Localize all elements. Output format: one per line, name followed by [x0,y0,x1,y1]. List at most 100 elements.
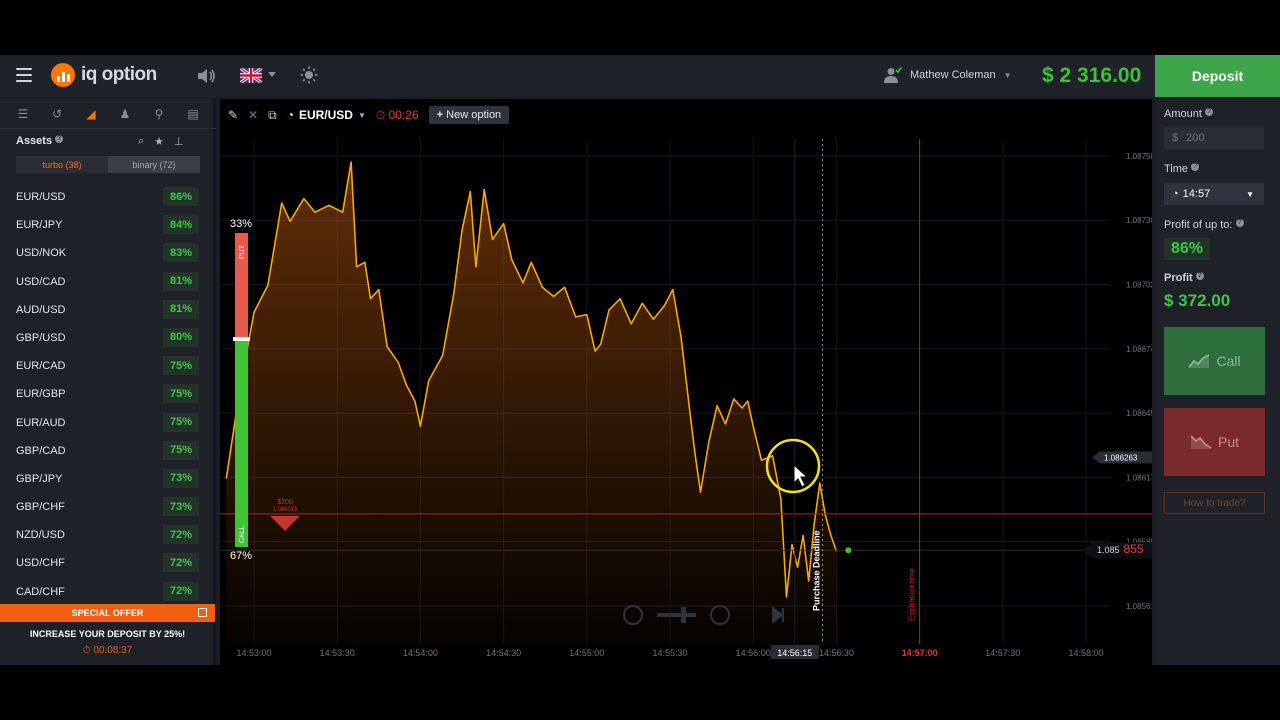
tab-turbo[interactable]: turbo (38) [16,156,108,173]
asset-row[interactable]: EUR/JPY 84% [0,211,213,239]
countdown-timer: ⏱ 00:26 [376,108,419,123]
user-icon [884,67,902,83]
asset-selector[interactable]: ◔ EUR/USD ▼ [287,108,366,122]
asset-row[interactable]: USD/CHF 72% [0,549,213,577]
asset-name: GBP/JPY [16,472,63,485]
chart-toolbar: ✎ ✕ ⧉ ◔ EUR/USD ▼ ⏱ 00:26 + New option [228,104,510,126]
community-icon[interactable]: ♟ [117,107,133,121]
search-icon[interactable]: ⌕ [138,135,144,148]
asset-row[interactable]: AUD/USD 81% [0,296,213,324]
stopwatch-icon: ⏱ [82,645,91,656]
tab-binary[interactable]: binary (72) [108,156,200,173]
put-label: Put [1217,434,1239,450]
asset-percent: 73% [163,497,199,517]
clock-icon: ◔ [286,108,294,122]
trade-panel: Amount ? $ 200 Time ? ◔ 14:57 ▼ Profit o… [1155,99,1280,665]
assets-panel: ☰ ↺ ◢ ♟ ⚲ ▤ Assets ? ⌕ ★ ⊥ turbo (38) bi… [0,99,216,665]
chart-area[interactable]: 1.087587 1.087305 1.087022 1.086740 1.086457… [220,99,1152,665]
calendar-icon[interactable]: ▤ [185,107,201,121]
asset-row[interactable]: CAD/CHF 72% [0,578,213,606]
help-icon[interactable]: ? [1235,219,1244,227]
user-menu[interactable]: Mathew Coleman ▼ [884,67,1012,83]
asset-row[interactable]: EUR/AUD 75% [0,409,213,437]
asset-row[interactable]: NZD/USD 72% [0,521,213,549]
asset-row[interactable]: GBP/CHF 73% [0,493,213,521]
call-sentiment-bar [235,339,248,547]
logo[interactable]: iq option [51,63,157,87]
y-tick-label: 1.087305 [1126,216,1152,225]
asset-row[interactable]: EUR/CAD 75% [0,352,213,380]
asset-type-tabs: turbo (38) binary (72) [16,156,200,173]
close-icon[interactable]: ✕ [248,108,258,122]
asset-row[interactable]: GBP/USD 80% [0,324,213,352]
x-tick-label: 14:54:30 [486,648,521,658]
chevron-down-icon: ▼ [1003,70,1012,80]
uk-flag-icon[interactable] [240,68,262,83]
brightness-icon[interactable] [300,66,318,84]
help-icon[interactable]: ? [55,135,64,143]
price-chart[interactable]: 1.087587 1.087305 1.087022 1.086740 1.086457… [220,99,1152,665]
price-main: 1.085 [1097,545,1120,555]
asset-percent: 86% [163,187,199,206]
asset-row[interactable]: EUR/USD 86% [0,183,213,211]
menu-icon[interactable] [16,68,32,82]
hover-price-label: 1.086263 [1104,453,1138,462]
star-icon[interactable]: ★ [154,135,164,148]
cursor-time-label: 14:56:15 [777,648,812,658]
put-button[interactable]: Put [1164,408,1265,476]
asset-row[interactable]: USD/CAD 81% [0,268,213,296]
asset-name: NZD/USD [16,529,65,542]
put-percent: 33% [230,218,252,230]
asset-row[interactable]: GBP/JPY 73% [0,465,213,493]
speaker-icon[interactable] [195,65,217,87]
list-icon[interactable]: ☰ [15,107,31,121]
offer-title: SPECIAL OFFER [71,608,144,618]
asset-row[interactable]: EUR/GBP 75% [0,380,213,408]
x-tick-label: 14:57:30 [985,648,1020,658]
profit-label: Profit [1164,272,1193,284]
deposit-button[interactable]: Deposit [1155,55,1280,97]
pin-icon[interactable]: ⊥ [174,135,184,148]
special-offer-banner[interactable]: SPECIAL OFFER [0,604,215,622]
asset-name: USD/NOK [16,247,67,260]
copy-icon[interactable]: ⧉ [268,108,277,123]
amount-input[interactable]: $ 200 [1164,127,1264,149]
signal-icon[interactable]: ⚲ [151,107,167,121]
amount-placeholder: 200 [1186,132,1205,144]
clock-icon: ◔ [1172,188,1179,200]
x-tick-label: 14:57:00 [902,648,938,658]
zoom-slider-handle[interactable] [681,607,686,623]
x-tick-label: 14:58:00 [1068,648,1103,658]
pencil-icon[interactable]: ✎ [228,108,238,122]
asset-row[interactable]: GBP/CAD 75% [0,437,213,465]
sentiment-divider [233,337,250,341]
call-bar-label: CALL [239,525,246,543]
chevron-down-icon: ▼ [1246,189,1254,199]
chart-icon[interactable]: ◢ [83,107,99,121]
countdown-value: 00:26 [388,107,419,122]
call-percent: 67% [230,550,252,562]
mouse-cursor-icon [793,463,809,488]
call-button[interactable]: Call [1164,327,1265,395]
asset-percent: 83% [163,243,199,263]
y-tick-label: 1.086175 [1126,473,1152,482]
how-to-trade-button[interactable]: How to trade? [1164,492,1265,514]
asset-name: GBP/CHF [16,501,65,514]
help-icon[interactable]: ? [1191,163,1200,171]
stopwatch-icon: ⏱ [375,107,386,122]
call-label: Call [1216,353,1241,369]
offer-timer: ⏱ 00:08:37 [0,645,215,656]
asset-percent: 75% [163,356,199,376]
asset-row[interactable]: USD/NOK 83% [0,239,213,267]
logo-mark-icon [51,63,75,87]
asset-name: GBP/CAD [16,444,66,457]
asset-name: USD/CAD [16,275,66,288]
help-icon[interactable]: ? [1195,272,1204,280]
trading-app: iq option Mathew Coleman ▼ $ 2 316.00 De… [0,55,1280,665]
time-select[interactable]: ◔ 14:57 ▼ [1164,183,1264,205]
help-icon[interactable]: ? [1204,108,1213,116]
time-value: 14:57 [1182,188,1211,200]
history-icon[interactable]: ↺ [49,107,65,121]
language-caret-icon[interactable] [268,72,276,77]
new-option-button[interactable]: + New option [428,106,510,124]
